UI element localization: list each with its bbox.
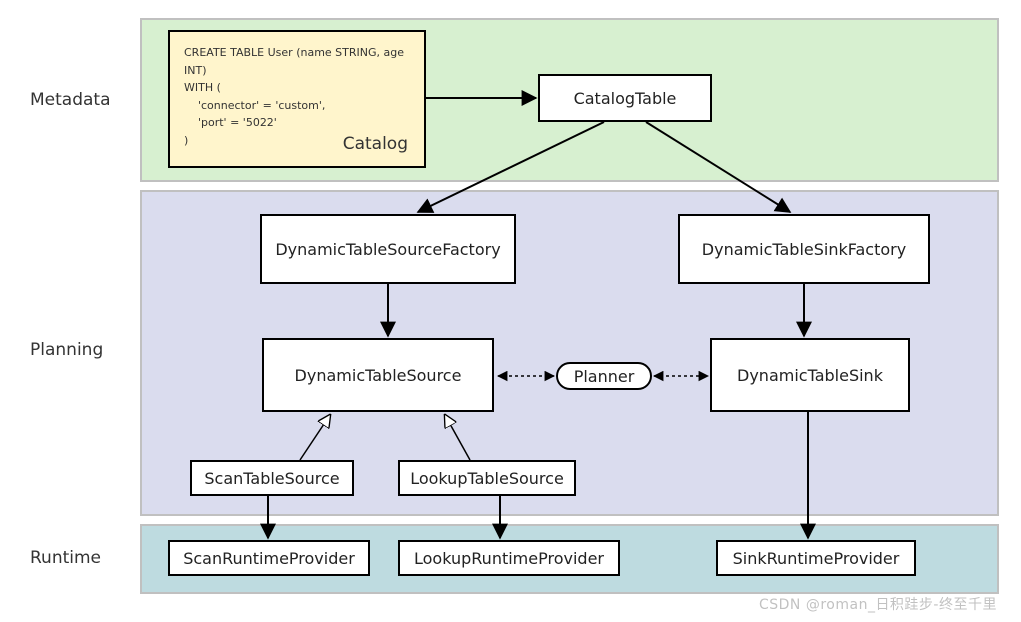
- scan-table-source-box: ScanTableSource: [190, 460, 354, 496]
- catalog-box: CREATE TABLE User (name STRING, age INT)…: [168, 30, 426, 168]
- lookup-runtime-label: LookupRuntimeProvider: [414, 549, 604, 568]
- source-factory-box: DynamicTableSourceFactory: [260, 214, 516, 284]
- catalog-line3: 'connector' = 'custom',: [184, 97, 410, 115]
- catalog-line1: CREATE TABLE User (name STRING, age INT): [184, 44, 410, 79]
- catalog-table-label: CatalogTable: [574, 89, 677, 108]
- sink-runtime-label: SinkRuntimeProvider: [733, 549, 900, 568]
- sink-factory-label: DynamicTableSinkFactory: [702, 240, 906, 259]
- planner-box: Planner: [556, 362, 652, 390]
- catalog-title: Catalog: [343, 131, 408, 158]
- table-sink-label: DynamicTableSink: [737, 366, 883, 385]
- metadata-label: Metadata: [30, 90, 111, 110]
- planner-label: Planner: [574, 367, 635, 386]
- table-sink-box: DynamicTableSink: [710, 338, 910, 412]
- lookup-runtime-box: LookupRuntimeProvider: [398, 540, 620, 576]
- runtime-label: Runtime: [30, 548, 101, 568]
- sink-runtime-box: SinkRuntimeProvider: [716, 540, 916, 576]
- table-source-box: DynamicTableSource: [262, 338, 494, 412]
- scan-runtime-box: ScanRuntimeProvider: [168, 540, 370, 576]
- table-source-label: DynamicTableSource: [295, 366, 462, 385]
- planning-label: Planning: [30, 340, 103, 360]
- lookup-table-source-label: LookupTableSource: [410, 469, 564, 488]
- sink-factory-box: DynamicTableSinkFactory: [678, 214, 930, 284]
- source-factory-label: DynamicTableSourceFactory: [275, 240, 500, 259]
- watermark: CSDN @roman_日积跬步-终至千里: [759, 594, 997, 614]
- catalog-line4: 'port' = '5022': [184, 114, 410, 132]
- catalog-table-box: CatalogTable: [538, 74, 712, 122]
- catalog-line2: WITH (: [184, 79, 410, 97]
- scan-runtime-label: ScanRuntimeProvider: [183, 549, 355, 568]
- scan-table-source-label: ScanTableSource: [204, 469, 339, 488]
- lookup-table-source-box: LookupTableSource: [398, 460, 576, 496]
